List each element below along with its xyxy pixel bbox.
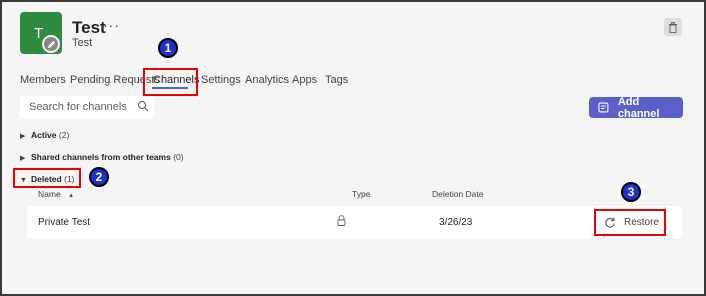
lock-icon bbox=[337, 215, 346, 226]
caret-right-icon: ▶ bbox=[20, 133, 26, 140]
column-name-label: Name bbox=[38, 189, 61, 199]
tab-settings[interactable]: Settings bbox=[201, 74, 241, 86]
restore-icon bbox=[605, 217, 615, 228]
team-name: Test bbox=[72, 18, 106, 37]
edit-avatar-button[interactable] bbox=[42, 35, 60, 53]
pencil-icon bbox=[47, 40, 55, 48]
search-placeholder: Search for channels bbox=[29, 101, 127, 113]
team-description: Test bbox=[72, 37, 93, 49]
restore-button[interactable]: Restore bbox=[594, 209, 666, 236]
section-active[interactable]: ▶ Active (2) bbox=[20, 130, 69, 140]
callout-number-1: 1 bbox=[158, 38, 178, 58]
channel-name: Private Test bbox=[38, 217, 91, 228]
sort-ascending-icon: ▲ bbox=[68, 193, 75, 199]
section-shared-count: (0) bbox=[173, 152, 184, 162]
delete-team-button[interactable] bbox=[664, 18, 682, 36]
add-channel-label: Add channel bbox=[617, 95, 660, 120]
column-deletion-date: Deletion Date bbox=[432, 189, 484, 199]
add-channel-button[interactable]: Add channel bbox=[589, 95, 683, 120]
app-frame bbox=[0, 0, 706, 296]
restore-label: Restore bbox=[624, 217, 660, 228]
section-active-title: Active bbox=[31, 130, 57, 140]
search-input[interactable]: Search for channels bbox=[20, 96, 154, 118]
callout-number-2: 2 bbox=[89, 167, 109, 187]
deletion-date: 3/26/23 bbox=[439, 217, 473, 228]
callout-number-3: 3 bbox=[621, 182, 641, 202]
column-type: Type bbox=[352, 189, 371, 199]
search-icon bbox=[137, 100, 149, 112]
column-name[interactable]: Name ▲ bbox=[38, 189, 74, 199]
section-shared[interactable]: ▶ Shared channels from other teams (0) bbox=[20, 152, 184, 162]
tab-members[interactable]: Members bbox=[20, 74, 66, 86]
section-shared-title: Shared channels from other teams bbox=[31, 152, 171, 162]
tab-tags[interactable]: Tags bbox=[325, 74, 348, 86]
section-active-count: (2) bbox=[58, 130, 70, 140]
table-row[interactable]: Private Test 3/26/23 bbox=[27, 206, 682, 238]
add-channel-icon bbox=[598, 102, 609, 113]
trash-icon bbox=[669, 21, 677, 33]
more-options-button[interactable]: ··· bbox=[103, 17, 120, 33]
caret-right-icon: ▶ bbox=[20, 155, 26, 162]
tab-apps[interactable]: Apps bbox=[292, 74, 317, 86]
tab-analytics[interactable]: Analytics bbox=[245, 74, 289, 86]
channels-tab-highlight bbox=[143, 68, 198, 96]
deleted-section-highlight bbox=[13, 168, 81, 188]
